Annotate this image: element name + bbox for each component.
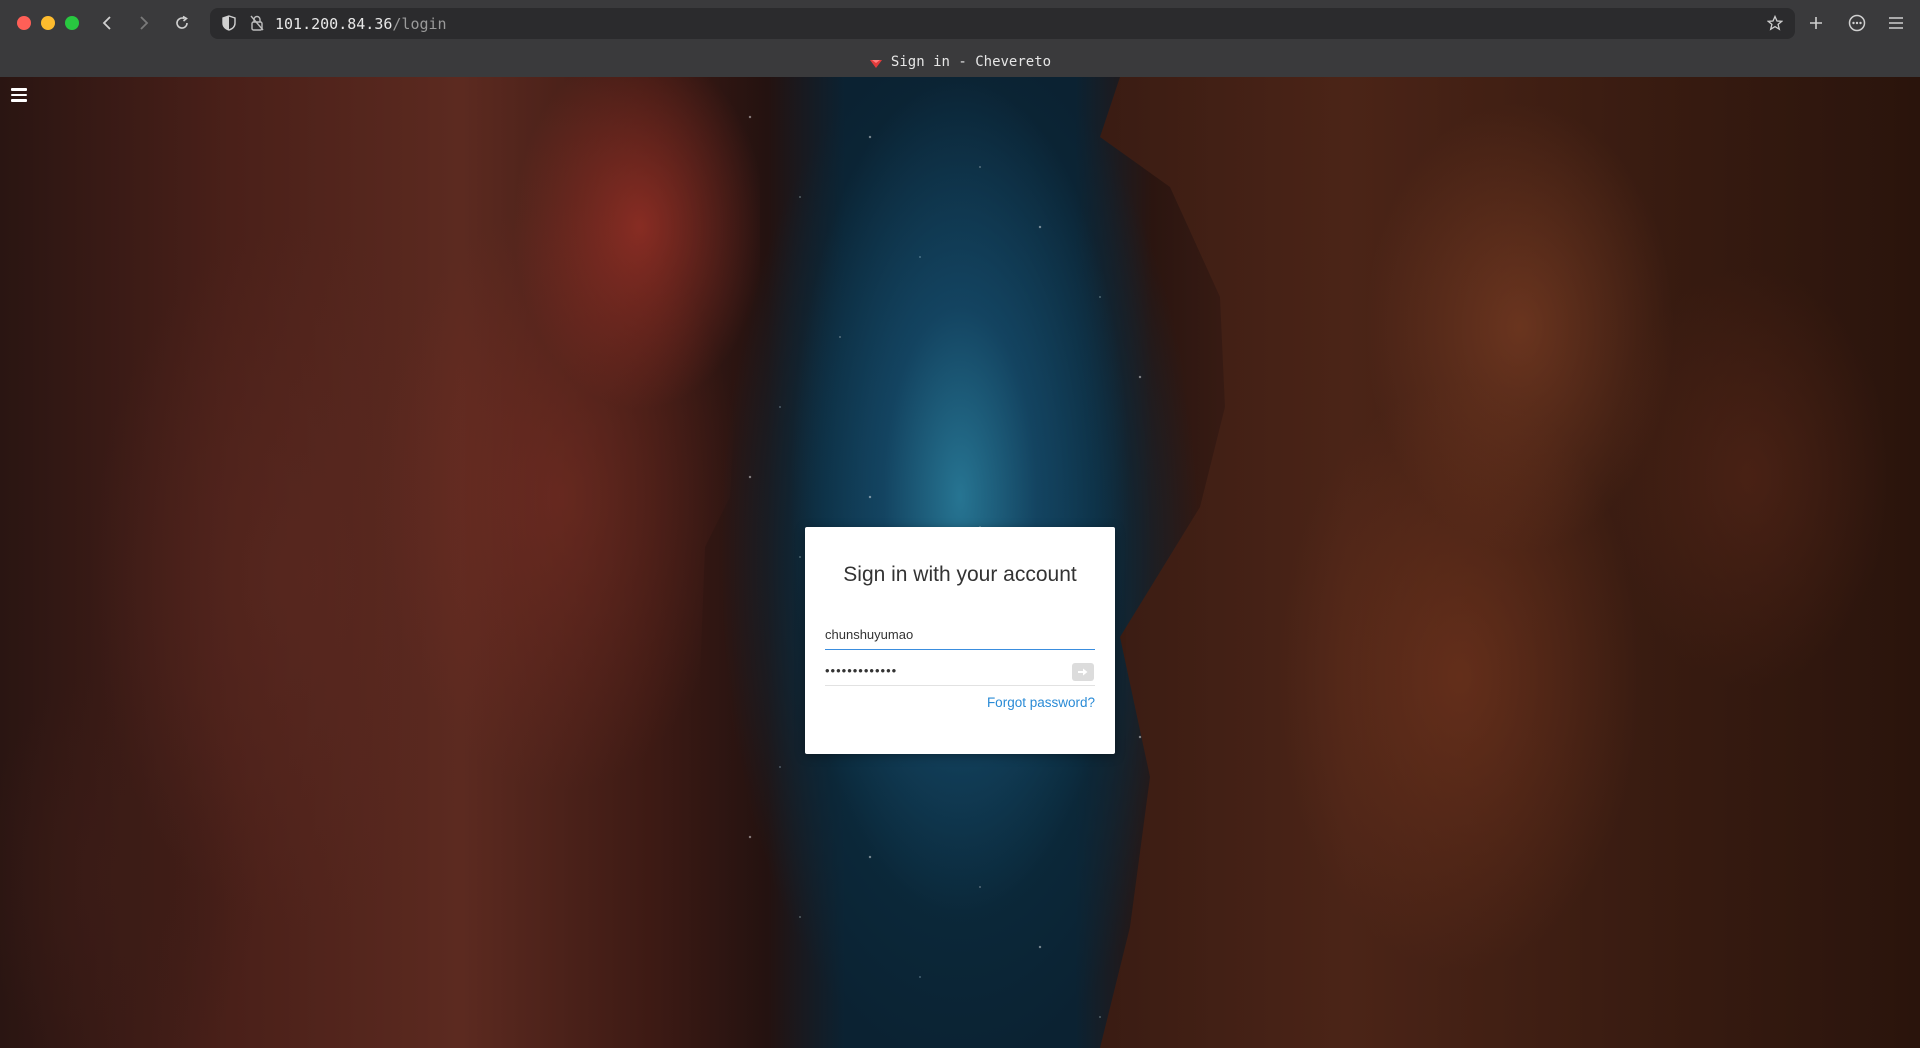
hamburger-menu-icon[interactable] <box>11 88 27 102</box>
url-text[interactable]: 101.200.84.36/login <box>275 15 447 33</box>
tab-title: Sign in - Chevereto <box>890 53 1052 70</box>
shield-icon[interactable] <box>222 15 236 36</box>
extensions-icon[interactable] <box>1845 11 1869 35</box>
active-tab[interactable]: Sign in - Chevereto <box>869 54 1051 70</box>
new-tab-plus-icon[interactable] <box>1804 11 1828 35</box>
chevereto-favicon-icon <box>869 57 883 68</box>
arrow-right-icon <box>1078 668 1088 676</box>
reload-icon[interactable] <box>170 11 194 35</box>
maximize-window-button[interactable] <box>65 16 79 30</box>
close-window-button[interactable] <box>17 16 31 30</box>
insecure-lock-icon[interactable] <box>250 15 264 36</box>
app-menu-icon[interactable] <box>1884 11 1908 35</box>
page-background: Sign in with your account Forgot passwor… <box>0 77 1920 1048</box>
login-title: Sign in with your account <box>843 563 1077 586</box>
url-host: 101.200.84.36 <box>275 15 393 33</box>
canyon-rock-left <box>0 77 760 1048</box>
browser-chrome: 101.200.84.36/login Sign in - Chevereto <box>0 0 1920 77</box>
url-path: /login <box>392 15 447 33</box>
tab-strip: Sign in - Chevereto <box>0 46 1920 77</box>
canyon-rock-right <box>1100 77 1920 1048</box>
browser-toolbar: 101.200.84.36/login <box>0 0 1920 46</box>
username-field[interactable] <box>825 619 1095 650</box>
login-submit-button[interactable] <box>1072 663 1094 681</box>
password-field[interactable] <box>825 655 1095 686</box>
forgot-password-link[interactable]: Forgot password? <box>987 695 1095 710</box>
address-bar[interactable]: 101.200.84.36/login <box>210 8 1795 39</box>
back-icon[interactable] <box>96 11 120 35</box>
bookmark-star-icon[interactable] <box>1766 14 1784 36</box>
minimize-window-button[interactable] <box>41 16 55 30</box>
forward-icon[interactable] <box>131 11 155 35</box>
login-card: Sign in with your account Forgot passwor… <box>805 527 1115 754</box>
